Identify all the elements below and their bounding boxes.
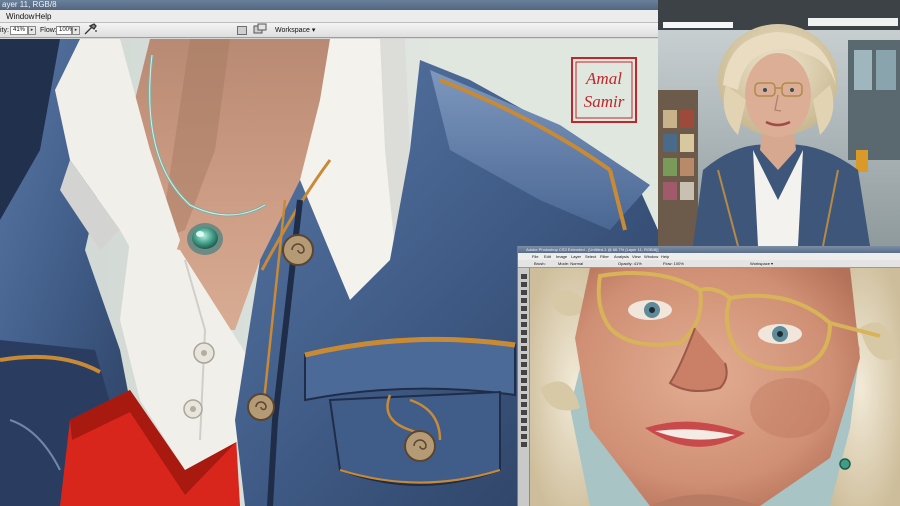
- pen-tool-icon[interactable]: [521, 386, 527, 391]
- secondary-title: Adobe Photoshop CS3 Extended - [Untitled…: [526, 247, 659, 252]
- hand-tool-icon[interactable]: [521, 434, 527, 439]
- palette-well-icon[interactable]: [237, 26, 247, 35]
- menu-analysis[interactable]: Analysis: [614, 253, 629, 260]
- menu-layer[interactable]: Layer: [571, 253, 581, 260]
- stamp-tool-icon[interactable]: [521, 338, 527, 343]
- gradient-tool-icon[interactable]: [521, 362, 527, 367]
- menu-view[interactable]: View: [632, 253, 641, 260]
- flow-field[interactable]: 100%: [56, 26, 74, 35]
- eyedropper-tool-icon[interactable]: [521, 426, 527, 431]
- secondary-canvas[interactable]: [530, 268, 900, 506]
- menu-window[interactable]: Window: [6, 10, 34, 23]
- notes-tool-icon[interactable]: [521, 418, 527, 423]
- brush-tool-icon[interactable]: [521, 330, 527, 335]
- path-select-icon[interactable]: [521, 402, 527, 407]
- crop-tool-icon[interactable]: [521, 306, 527, 311]
- magic-wand-tool-icon[interactable]: [521, 298, 527, 303]
- opacity-label: ity:: [0, 27, 9, 34]
- marquee-tool-icon[interactable]: [521, 282, 527, 287]
- reference-photo: [658, 0, 900, 246]
- options-bar: ity: 41% ▸ Flow: 100% ▸ Workspace ▾: [0, 23, 658, 38]
- eraser-tool-icon[interactable]: [521, 354, 527, 359]
- document-title-bar[interactable]: ayer 11, RGB/8: [0, 0, 658, 10]
- menu-help[interactable]: Help: [35, 10, 51, 23]
- flow-dropdown-arrow-icon[interactable]: ▸: [72, 26, 80, 35]
- healing-tool-icon[interactable]: [521, 322, 527, 327]
- dodge-tool-icon[interactable]: [521, 378, 527, 383]
- svg-text:Amal: Amal: [585, 69, 622, 88]
- brush-label[interactable]: Brush:: [534, 260, 546, 268]
- secondary-menu-bar: File Edit Image Layer Select Filter Anal…: [518, 253, 900, 260]
- workspace-button[interactable]: Workspace ▾: [750, 260, 773, 268]
- menu-image[interactable]: Image: [556, 253, 567, 260]
- photoshop-secondary-window: Adobe Photoshop CS3 Extended - [Untitled…: [517, 246, 900, 506]
- flow-label[interactable]: Flow: 100%: [663, 260, 684, 268]
- menu-file[interactable]: File: [532, 253, 538, 260]
- mode-label[interactable]: Mode: Normal: [558, 260, 583, 268]
- face-painting: [530, 268, 900, 506]
- svg-text:Samir: Samir: [584, 92, 625, 111]
- slice-tool-icon[interactable]: [521, 314, 527, 319]
- menu-help[interactable]: Help: [661, 253, 669, 260]
- document-title: ayer 11, RGB/8: [2, 0, 57, 9]
- toolbox: [518, 268, 530, 506]
- blur-tool-icon[interactable]: [521, 370, 527, 375]
- opacity-label[interactable]: Opacity: 41%: [618, 260, 642, 268]
- menu-select[interactable]: Select: [585, 253, 596, 260]
- flow-label: Flow:: [40, 27, 57, 34]
- type-tool-icon[interactable]: [521, 394, 527, 399]
- shape-tool-icon[interactable]: [521, 410, 527, 415]
- zoom-tool-icon[interactable]: [521, 442, 527, 447]
- workspace-button[interactable]: Workspace ▾: [272, 25, 318, 36]
- secondary-options-bar: Brush: Mode: Normal Opacity: 41% Flow: 1…: [518, 260, 900, 268]
- secondary-title-bar[interactable]: Adobe Photoshop CS3 Extended - [Untitled…: [518, 246, 900, 253]
- opacity-dropdown-arrow-icon[interactable]: ▸: [28, 26, 36, 35]
- move-tool-icon[interactable]: [521, 274, 527, 279]
- history-brush-icon[interactable]: [521, 346, 527, 351]
- menu-edit[interactable]: Edit: [544, 253, 551, 260]
- menu-window[interactable]: Window: [644, 253, 658, 260]
- lasso-tool-icon[interactable]: [521, 290, 527, 295]
- opacity-field[interactable]: 41%: [10, 26, 28, 35]
- menu-filter[interactable]: Filter: [600, 253, 609, 260]
- menu-bar: Window Help: [0, 10, 658, 23]
